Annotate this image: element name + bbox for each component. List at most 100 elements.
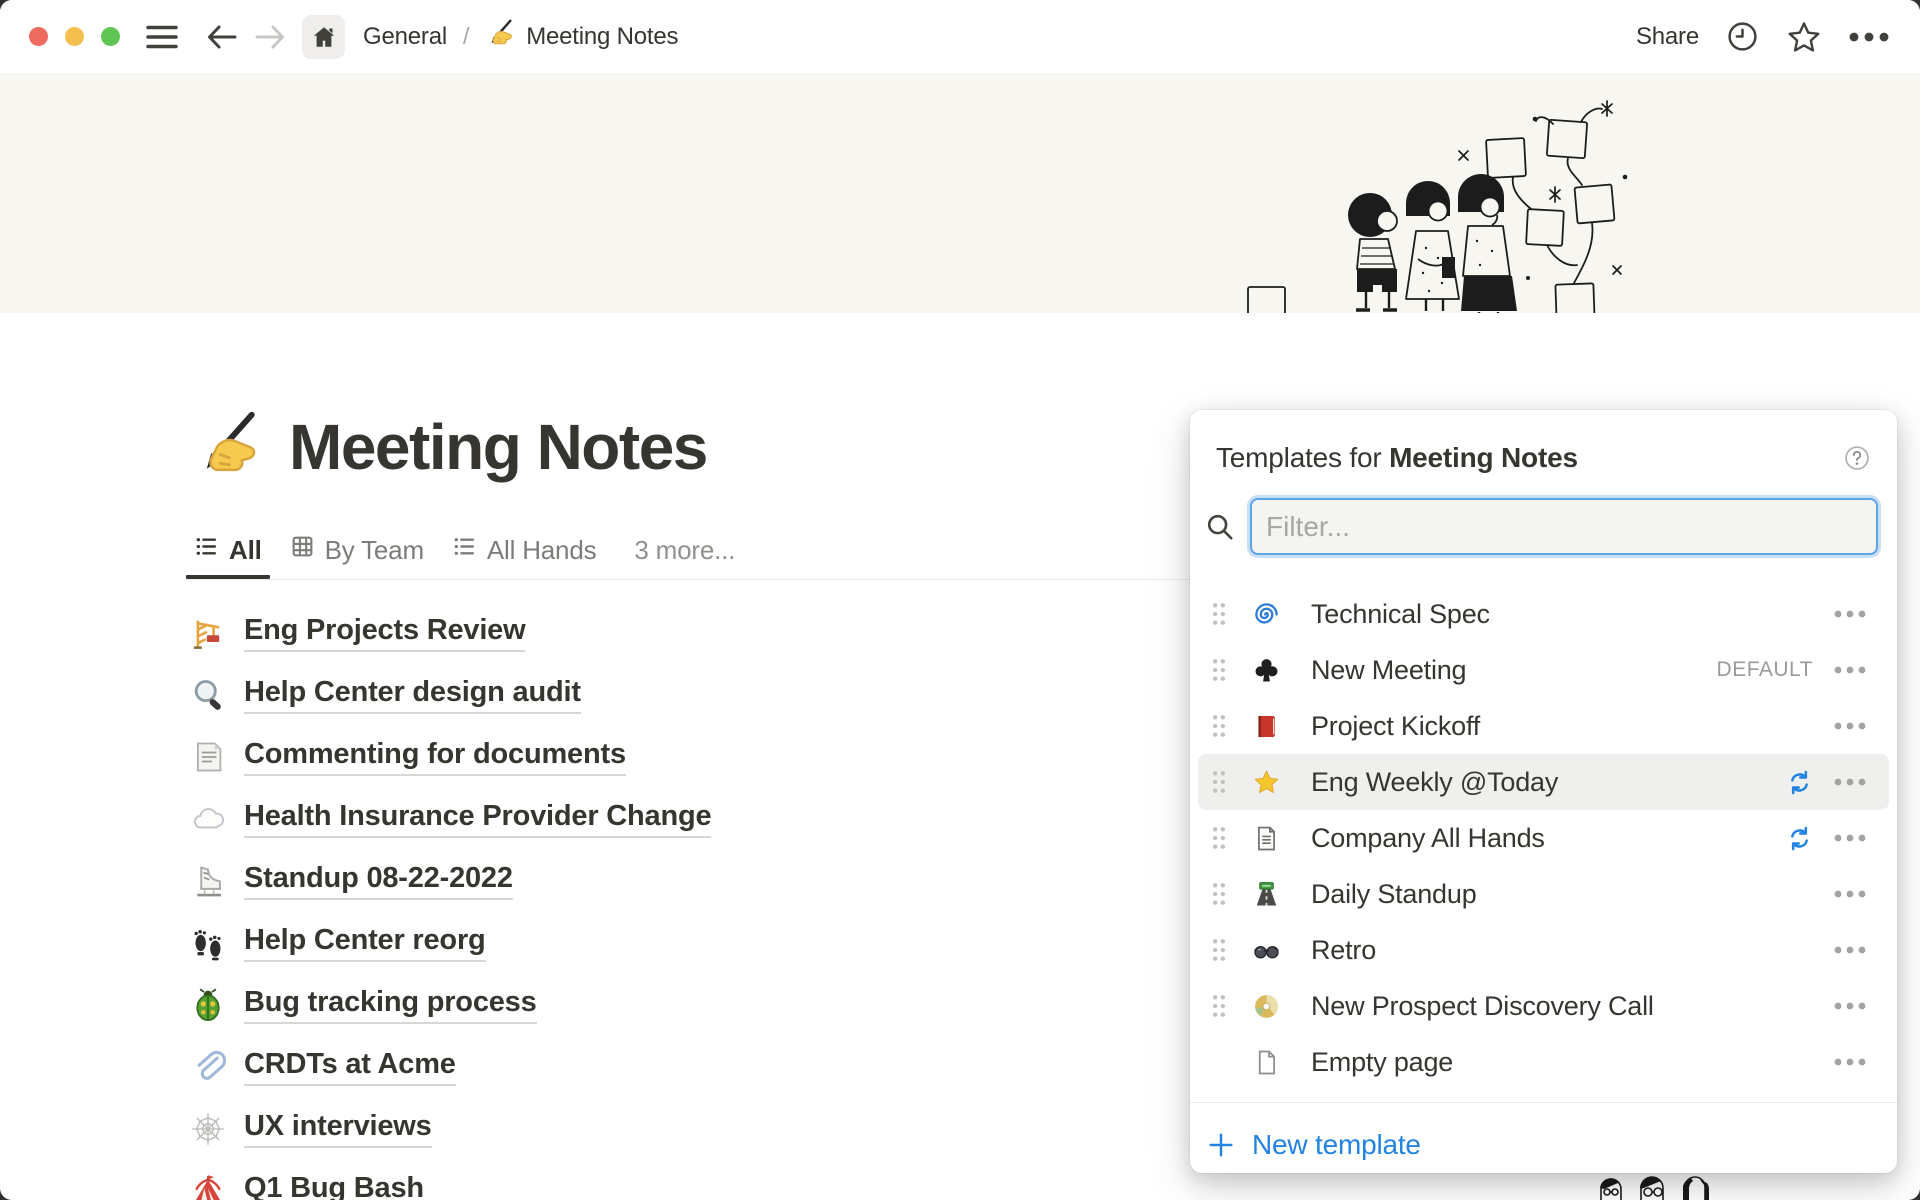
question-mark-icon — [1843, 459, 1871, 476]
page-list-item[interactable]: Q1 Bug Bash — [190, 1160, 950, 1200]
breadcrumb-page-label: Meeting Notes — [526, 23, 678, 51]
page-item-title: Eng Projects Review — [244, 614, 525, 651]
updates-button[interactable] — [1726, 20, 1759, 53]
more-options-icon[interactable] — [1833, 1001, 1867, 1011]
page-list-item[interactable]: Eng Projects Review — [190, 602, 950, 664]
drag-handle-icon[interactable] — [1211, 770, 1227, 794]
template-item-label: New Prospect Discovery Call — [1311, 991, 1654, 1022]
drag-handle-icon[interactable] — [1211, 826, 1227, 850]
more-options-icon[interactable] — [1833, 889, 1867, 899]
template-item-label: Technical Spec — [1311, 599, 1490, 630]
minimize-window-button[interactable] — [65, 27, 84, 46]
template-list-item[interactable]: Daily Standup — [1190, 866, 1897, 922]
page-list-item[interactable]: CRDTs at Acme — [190, 1036, 950, 1098]
page-item-title: UX interviews — [244, 1110, 432, 1147]
template-list-item[interactable]: New Prospect Discovery Call — [1190, 978, 1897, 1034]
peeking-faces-illustration — [1593, 1174, 1723, 1200]
template-list-item[interactable]: Technical Spec — [1190, 586, 1897, 642]
share-button[interactable]: Share — [1636, 23, 1699, 51]
template-filter-input[interactable] — [1250, 498, 1878, 555]
more-options-icon[interactable] — [1833, 721, 1867, 731]
page-title-block: Meeting Notes — [191, 408, 707, 485]
more-options-icon[interactable] — [1833, 1057, 1867, 1067]
page-item-title: Standup 08-22-2022 — [244, 862, 513, 899]
template-item-actions — [1833, 1001, 1867, 1011]
page-list-item[interactable]: Help Center reorg — [190, 912, 950, 974]
template-list-item[interactable]: Project Kickoff — [1190, 698, 1897, 754]
templates-popup: Templates for Meeting Notes Technical Sp… — [1190, 410, 1897, 1173]
tab-by-team[interactable]: By Team — [276, 522, 438, 578]
page-item-icon — [190, 1111, 226, 1147]
tab-more-views[interactable]: 3 more... — [624, 535, 745, 566]
template-item-icon — [1253, 825, 1280, 852]
zoom-window-button[interactable] — [101, 27, 120, 46]
template-list-item[interactable]: Empty page — [1190, 1034, 1897, 1090]
breadcrumb-separator: / — [463, 23, 469, 50]
page-list-item[interactable]: Health Insurance Provider Change — [190, 788, 950, 850]
template-item-icon — [1253, 601, 1280, 628]
more-options-icon[interactable] — [1833, 777, 1867, 787]
page-item-icon — [190, 801, 226, 837]
template-list-item[interactable]: Eng Weekly @Today — [1198, 754, 1889, 810]
drag-handle-icon[interactable] — [1211, 658, 1227, 682]
more-options-icon[interactable] — [1833, 833, 1867, 843]
home-button[interactable] — [302, 15, 345, 59]
close-window-button[interactable] — [29, 27, 48, 46]
breadcrumb-item-meeting-notes[interactable]: Meeting Notes — [479, 14, 684, 59]
tab-all-hands[interactable]: All Hands — [438, 522, 610, 578]
drag-handle-icon[interactable] — [1211, 994, 1227, 1018]
more-options-button[interactable] — [1849, 32, 1889, 42]
page-cover[interactable] — [0, 73, 1920, 313]
template-list: Technical Spec New Meeting DEFAULT Proje… — [1190, 586, 1897, 1090]
table-view-icon — [290, 534, 315, 566]
page-item-icon — [190, 677, 226, 713]
favorite-button[interactable] — [1786, 20, 1822, 54]
breadcrumb-item-general[interactable]: General — [357, 19, 453, 55]
page-list: Eng Projects Review Help Center design a… — [190, 602, 950, 1200]
navigate-forward-button[interactable] — [252, 21, 288, 53]
more-options-icon[interactable] — [1833, 665, 1867, 675]
template-item-icon — [1253, 769, 1280, 796]
navigate-back-button[interactable] — [204, 21, 240, 53]
drag-handle-icon[interactable] — [1211, 602, 1227, 626]
template-list-item[interactable]: Retro — [1190, 922, 1897, 978]
template-item-label: Eng Weekly @Today — [1311, 767, 1558, 798]
help-button[interactable] — [1843, 444, 1871, 472]
back-arrow-icon — [204, 21, 240, 53]
new-template-button[interactable]: New template — [1190, 1117, 1897, 1173]
template-list-item[interactable]: Company All Hands — [1190, 810, 1897, 866]
default-badge: DEFAULT — [1717, 658, 1813, 682]
drag-handle-icon[interactable] — [1211, 938, 1227, 962]
more-options-icon[interactable] — [1833, 609, 1867, 619]
page-item-title: Health Insurance Provider Change — [244, 800, 711, 837]
page-list-item[interactable]: Bug tracking process — [190, 974, 950, 1036]
page-list-item[interactable]: Help Center design audit — [190, 664, 950, 726]
page-list-item[interactable]: Standup 08-22-2022 — [190, 850, 950, 912]
more-options-icon[interactable] — [1833, 945, 1867, 955]
template-item-actions — [1833, 889, 1867, 899]
drag-handle-icon[interactable] — [1211, 714, 1227, 738]
page-item-icon — [190, 615, 226, 651]
drag-handle-icon[interactable] — [1211, 882, 1227, 906]
page-list-item[interactable]: Commenting for documents — [190, 726, 950, 788]
tab-label: All Hands — [487, 535, 596, 566]
page-list-item[interactable]: UX interviews — [190, 1098, 950, 1160]
page-item-title: Help Center design audit — [244, 676, 581, 713]
new-template-label: New template — [1252, 1129, 1421, 1161]
template-item-icon — [1253, 1049, 1280, 1076]
plus-icon — [1206, 1130, 1236, 1160]
template-filter-row — [1200, 498, 1878, 555]
window-topbar: General / Meeting Notes Share — [0, 0, 1920, 73]
template-item-actions: DEFAULT — [1717, 658, 1867, 682]
template-item-icon — [1253, 937, 1280, 964]
hamburger-menu-icon — [144, 22, 180, 52]
sidebar-toggle-button[interactable] — [144, 22, 180, 52]
template-item-actions — [1833, 945, 1867, 955]
writing-hand-icon[interactable] — [191, 408, 263, 485]
page-item-icon — [190, 739, 226, 775]
page-title[interactable]: Meeting Notes — [289, 410, 707, 484]
page-item-icon — [190, 1049, 226, 1085]
template-list-item[interactable]: New Meeting DEFAULT — [1190, 642, 1897, 698]
template-item-icon — [1253, 713, 1280, 740]
tab-all[interactable]: All — [180, 522, 276, 578]
